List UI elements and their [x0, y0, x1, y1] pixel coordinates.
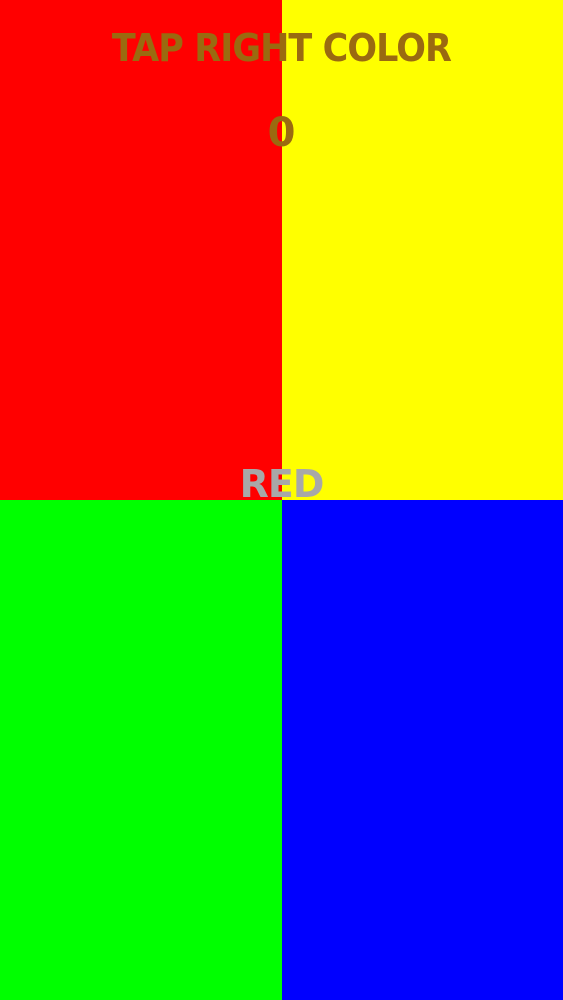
score-counter: 0	[267, 110, 296, 156]
game-title: TAP RIGHT COLOR	[111, 26, 452, 70]
yellow-color-tile[interactable]	[282, 0, 563, 500]
game-screen: TAP RIGHT COLOR 0 RED	[0, 0, 563, 1000]
red-color-tile[interactable]	[0, 0, 282, 500]
green-color-tile[interactable]	[0, 500, 282, 1000]
blue-color-tile[interactable]	[282, 500, 563, 1000]
target-color-word: RED	[239, 462, 325, 506]
